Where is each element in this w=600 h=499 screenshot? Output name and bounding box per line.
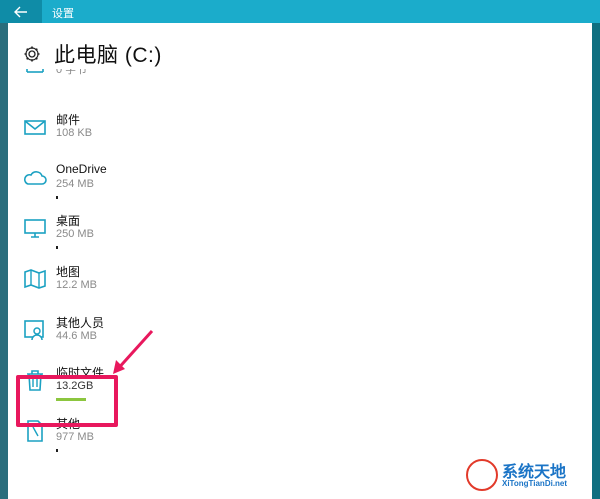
item-label: OneDrive bbox=[56, 162, 107, 176]
other-users-icon bbox=[24, 320, 44, 341]
usage-bar bbox=[56, 246, 58, 249]
watermark-logo bbox=[466, 459, 498, 491]
annotation-arrow-icon bbox=[113, 329, 154, 374]
item-size: 254 MB bbox=[56, 178, 94, 190]
watermark: 系统天地 XiTongTianDi.net bbox=[466, 457, 584, 493]
settings-window: 此电脑 (C:) 0 字节 邮件 108 KB OneDrive 254 MB … bbox=[8, 23, 592, 499]
list-item-onedrive[interactable]: OneDrive 254 MB bbox=[8, 162, 428, 210]
item-size: 250 MB bbox=[56, 228, 94, 240]
folder-icon bbox=[26, 69, 44, 73]
cloud-icon bbox=[24, 171, 47, 185]
highlight-box bbox=[16, 375, 118, 427]
title-bar: 设置 bbox=[0, 0, 600, 23]
item-size: 44.6 MB bbox=[56, 330, 97, 342]
gear-icon bbox=[24, 46, 40, 62]
mail-icon bbox=[24, 120, 46, 135]
item-size: 12.2 MB bbox=[56, 279, 97, 291]
map-icon bbox=[24, 269, 46, 289]
item-size: 108 KB bbox=[56, 127, 93, 139]
back-button[interactable] bbox=[0, 0, 42, 23]
window-title: 设置 bbox=[52, 8, 74, 20]
list-item-other-users[interactable]: 其他人员 44.6 MB bbox=[8, 314, 428, 362]
list-item-maps[interactable]: 地图 12.2 MB bbox=[8, 263, 428, 311]
page-title: 此电脑 (C:) bbox=[54, 44, 162, 67]
page-header: 此电脑 (C:) bbox=[22, 39, 162, 69]
list-item-documents[interactable]: 0 字节 bbox=[8, 69, 428, 97]
back-arrow-icon bbox=[14, 6, 27, 17]
usage-bar bbox=[56, 449, 58, 452]
item-size: 977 MB bbox=[56, 431, 94, 443]
background-edge-right bbox=[594, 23, 600, 499]
list-item-desktop[interactable]: 桌面 250 MB bbox=[8, 212, 428, 260]
background-edge-left bbox=[0, 23, 8, 499]
usage-bar bbox=[56, 196, 58, 199]
item-size: 0 字节 bbox=[56, 69, 88, 76]
item-label: 桌面 bbox=[56, 214, 81, 228]
item-label: 其他人员 bbox=[56, 316, 105, 330]
watermark-subtitle: XiTongTianDi.net bbox=[502, 479, 568, 488]
item-label: 地图 bbox=[56, 265, 81, 279]
list-item-mail[interactable]: 邮件 108 KB bbox=[8, 111, 428, 159]
storage-category-list[interactable]: 0 字节 邮件 108 KB OneDrive 254 MB 桌面 250 MB… bbox=[8, 69, 592, 499]
item-label: 邮件 bbox=[56, 113, 81, 127]
desktop-icon bbox=[24, 219, 46, 238]
